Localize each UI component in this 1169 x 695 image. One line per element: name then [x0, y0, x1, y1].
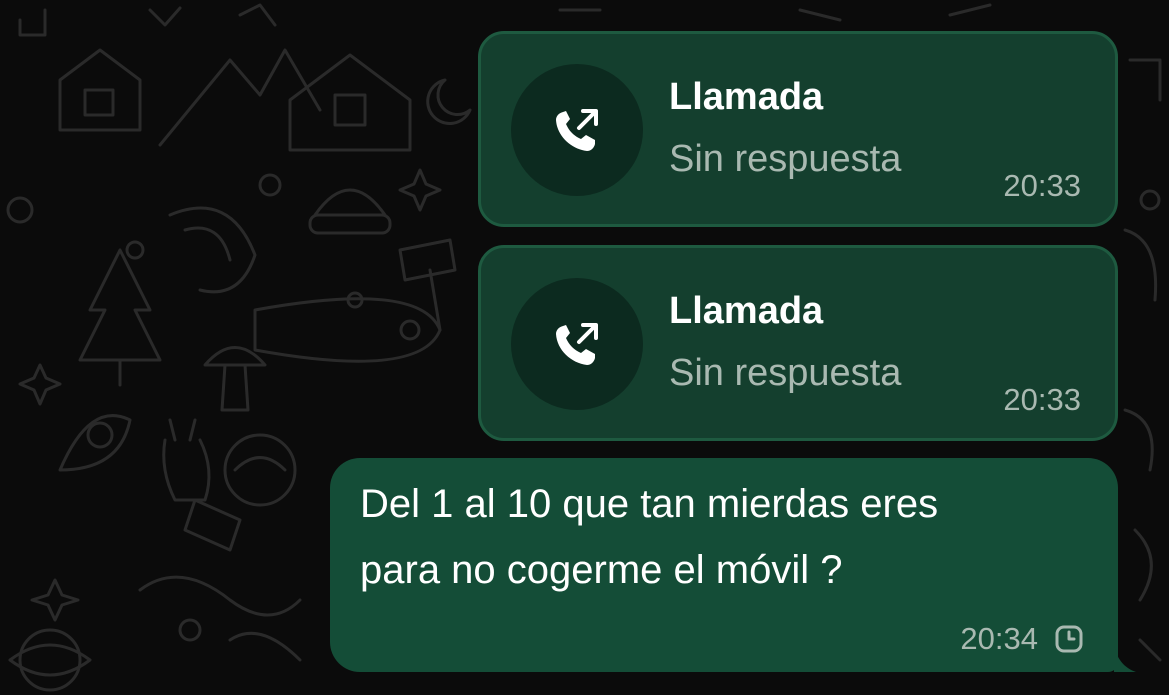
message-timestamp: 20:34	[960, 621, 1038, 656]
message-text-line: para no cogerme el móvil ?	[360, 548, 843, 592]
call-timestamp: 20:33	[1003, 382, 1081, 417]
call-timestamp: 20:33	[1003, 168, 1081, 203]
bubble-tail	[1114, 644, 1136, 672]
call-status: Sin respuesta	[669, 138, 902, 180]
call-icon-container	[511, 278, 643, 410]
missed-call-bubble[interactable]: Llamada Sin respuesta 20:33	[478, 31, 1118, 227]
outgoing-call-icon	[556, 109, 598, 151]
call-status: Sin respuesta	[669, 352, 902, 394]
message-text-line: Del 1 al 10 que tan mierdas eres	[360, 482, 939, 526]
call-title: Llamada	[669, 290, 824, 332]
missed-call-bubble[interactable]: Llamada Sin respuesta 20:33	[478, 245, 1118, 441]
outgoing-message-bubble[interactable]: Del 1 al 10 que tan mierdas eres para no…	[330, 458, 1136, 672]
call-title: Llamada	[669, 76, 824, 118]
call-icon-container	[511, 64, 643, 196]
outgoing-call-icon	[556, 323, 598, 365]
clock-pending-icon	[1055, 625, 1083, 653]
